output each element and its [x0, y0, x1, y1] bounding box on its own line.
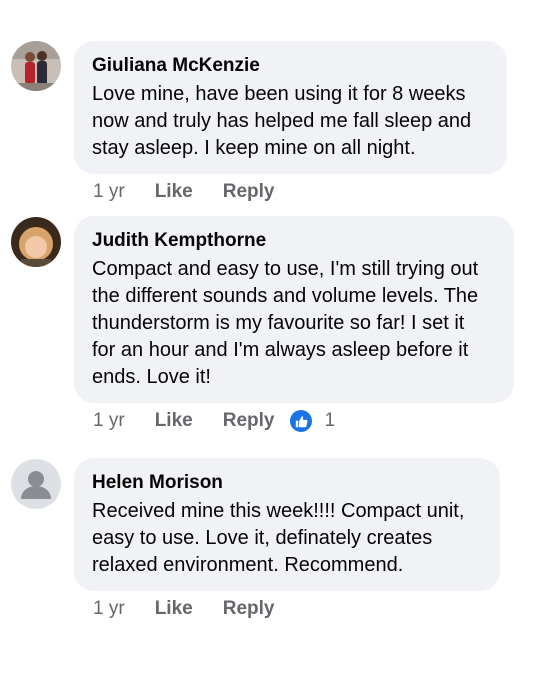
comment-timestamp[interactable]: 1 yr	[93, 181, 125, 203]
comment-bubble: Helen Morison Received mine this week!!!…	[74, 458, 500, 591]
comment-text: Received mine this week!!!! Compact unit…	[92, 500, 465, 576]
comment-bubble: Giuliana McKenzie Love mine, have been u…	[74, 41, 507, 174]
comment-text: Compact and easy to use, I'm still tryin…	[92, 258, 479, 388]
comment-author[interactable]: Judith Kempthorne	[92, 229, 496, 253]
thumbs-up-icon	[290, 410, 313, 432]
like-button[interactable]: Like	[155, 598, 193, 620]
reaction-count: 1	[324, 410, 336, 431]
profile-photo-icon	[11, 41, 61, 91]
comment-feed: Giuliana McKenzie Love mine, have been u…	[0, 0, 540, 675]
like-button[interactable]: Like	[155, 410, 193, 432]
comment-timestamp[interactable]: 1 yr	[93, 598, 125, 620]
like-button[interactable]: Like	[155, 181, 193, 203]
default-user-icon	[11, 459, 61, 509]
reply-button[interactable]: Reply	[223, 598, 275, 620]
avatar[interactable]	[11, 459, 61, 509]
reply-button[interactable]: Reply	[223, 181, 275, 203]
avatar[interactable]	[11, 217, 61, 267]
comment-actions: 1 yr Like Reply	[93, 595, 274, 623]
comment-bubble: Judith Kempthorne Compact and easy to us…	[74, 216, 514, 403]
reaction-summary[interactable]: 1	[290, 410, 335, 432]
reply-button[interactable]: Reply	[223, 410, 275, 432]
comment-author[interactable]: Helen Morison	[92, 471, 482, 495]
comment-timestamp[interactable]: 1 yr	[93, 410, 125, 432]
avatar[interactable]	[11, 41, 61, 91]
comment-actions: 1 yr Like Reply	[93, 178, 274, 206]
comment-actions: 1 yr Like Reply 1	[93, 407, 335, 435]
comment-author[interactable]: Giuliana McKenzie	[92, 54, 489, 78]
profile-photo-icon	[11, 217, 61, 267]
comment-text: Love mine, have been using it for 8 week…	[92, 83, 472, 159]
